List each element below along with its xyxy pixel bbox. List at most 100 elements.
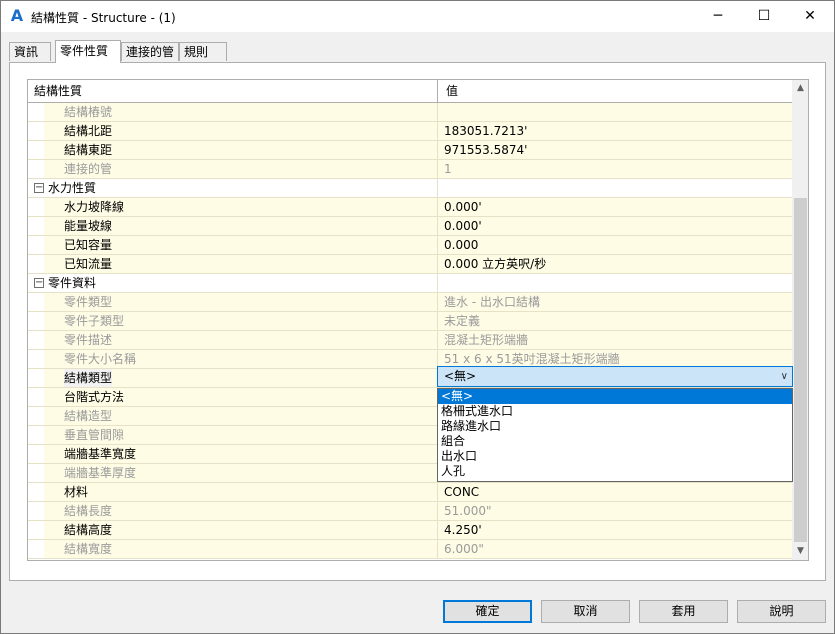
property-cell[interactable]: 零件描述 [28, 331, 438, 349]
property-cell[interactable]: 已知流量 [28, 255, 438, 273]
property-cell[interactable]: 端牆基準寬度 [28, 445, 438, 463]
property-row[interactable]: 零件類型 進水 - 出水口結構 [28, 293, 792, 312]
row-indent [28, 217, 44, 235]
property-row[interactable]: 連接的管 1 [28, 160, 792, 179]
property-row[interactable]: 結構寬度 6.000" [28, 540, 792, 559]
maximize-button[interactable]: ☐ [741, 1, 787, 32]
row-indent [28, 350, 44, 368]
dropdown-option[interactable]: 組合 [438, 434, 792, 449]
title-bar[interactable]: A 結構性質 - Structure - (1) ─ ☐ ✕ [1, 1, 834, 32]
close-button[interactable]: ✕ [787, 1, 833, 32]
tab-part-properties[interactable]: 零件性質 [55, 40, 121, 63]
property-label: 材料 [64, 485, 89, 499]
tab-connected-pipes[interactable]: 連接的管 [121, 42, 179, 61]
property-cell[interactable]: 垂直管間隙 [28, 426, 438, 444]
property-row[interactable]: 零件描述 混凝土矩形端牆 [28, 331, 792, 350]
row-indent [28, 483, 44, 501]
property-cell[interactable]: 零件大小名稱 [28, 350, 438, 368]
property-value: 971553.5874' [444, 143, 528, 157]
property-cell[interactable]: − 零件資料 [28, 274, 438, 292]
property-cell[interactable]: 結構造型 [28, 407, 438, 425]
grid-rows: 結構樁號結構北距 183051.7213' 結構東距 971553.5874' 連接的管… [28, 103, 792, 559]
property-cell[interactable]: 結構樁號 [28, 103, 438, 121]
property-cell[interactable]: 結構長度 [28, 502, 438, 520]
help-button[interactable]: 說明 [737, 600, 826, 623]
category-row[interactable]: − 零件資料 [28, 274, 792, 293]
property-label: 結構寬度 [64, 542, 113, 556]
property-row[interactable]: 已知流量 0.000 立方英呎/秒 [28, 255, 792, 274]
apply-button[interactable]: 套用 [639, 600, 728, 623]
collapse-toggle-icon[interactable]: − [34, 278, 44, 288]
property-label: 結構樁號 [64, 105, 113, 119]
property-cell[interactable]: 結構寬度 [28, 540, 438, 558]
tab-info[interactable]: 資訊 [9, 42, 51, 61]
ok-button[interactable]: 確定 [443, 600, 532, 623]
row-indent [28, 369, 44, 387]
property-cell[interactable]: 結構東距 [28, 141, 438, 159]
column-header-value[interactable]: 值 [438, 80, 792, 102]
dropdown-option[interactable]: <無> [438, 389, 792, 404]
structure-type-dropdown-list: <無> 格柵式進水口 路緣進水口 組合 出水口 人孔 [437, 388, 793, 482]
property-row[interactable]: 結構東距 971553.5874' [28, 141, 792, 160]
property-cell[interactable]: 零件子類型 [28, 312, 438, 330]
property-row[interactable]: 材料 CONC [28, 483, 792, 502]
cancel-button[interactable]: 取消 [541, 600, 630, 623]
minimize-button[interactable]: ─ [695, 1, 741, 32]
property-row[interactable]: 能量坡線 0.000' [28, 217, 792, 236]
property-label: 結構類型 [64, 369, 113, 387]
property-cell[interactable]: − 水力性質 [28, 179, 438, 197]
combobox-value: <無> [444, 369, 477, 383]
dropdown-option[interactable]: 出水口 [438, 449, 792, 464]
value-cell[interactable]: 0.000 [438, 236, 792, 254]
scroll-down-arrow-icon[interactable]: ▼ [792, 543, 808, 560]
row-indent [28, 293, 44, 311]
property-cell[interactable]: 材料 [28, 483, 438, 501]
value-cell[interactable]: 183051.7213' [438, 122, 792, 140]
property-row[interactable]: 已知容量 0.000 [28, 236, 792, 255]
property-cell[interactable]: 已知容量 [28, 236, 438, 254]
property-label: 零件子類型 [64, 314, 125, 328]
property-row[interactable]: 水力坡降線 0.000' [28, 198, 792, 217]
column-header-property[interactable]: 結構性質 [28, 80, 438, 102]
dropdown-option[interactable]: 格柵式進水口 [438, 404, 792, 419]
property-cell[interactable]: 連接的管 [28, 160, 438, 178]
dropdown-option[interactable]: 路緣進水口 [438, 419, 792, 434]
vertical-scrollbar[interactable]: ▲ ▼ [792, 80, 808, 560]
property-cell[interactable]: 結構北距 [28, 122, 438, 140]
property-row[interactable]: 結構高度 4.250' [28, 521, 792, 540]
property-row[interactable]: 零件子類型 未定義 [28, 312, 792, 331]
property-row[interactable]: 結構長度 51.000" [28, 502, 792, 521]
category-row[interactable]: − 水力性質 [28, 179, 792, 198]
tab-rules[interactable]: 規則 [179, 42, 227, 61]
property-label: 已知流量 [64, 257, 113, 271]
value-cell[interactable]: 4.250' [438, 521, 792, 539]
property-cell[interactable]: 水力坡降線 [28, 198, 438, 216]
property-row[interactable]: 結構北距 183051.7213' [28, 122, 792, 141]
value-cell[interactable]: CONC [438, 483, 792, 501]
property-value: 4.250' [444, 523, 482, 537]
property-row[interactable]: 結構樁號 [28, 103, 792, 122]
chevron-down-icon[interactable]: ∨ [781, 367, 788, 386]
structure-type-combobox[interactable]: <無> ∨ [437, 366, 793, 387]
property-cell[interactable]: 結構高度 [28, 521, 438, 539]
property-label: 垂直管間隙 [64, 428, 125, 442]
scroll-up-arrow-icon[interactable]: ▲ [792, 80, 808, 97]
value-cell[interactable]: 0.000' [438, 217, 792, 235]
property-label: 已知容量 [64, 238, 113, 252]
property-value: 0.000 立方英呎/秒 [444, 257, 547, 271]
value-cell[interactable]: 971553.5874' [438, 141, 792, 159]
property-cell[interactable]: 能量坡線 [28, 217, 438, 235]
value-cell [438, 274, 792, 292]
value-cell[interactable]: 0.000 立方英呎/秒 [438, 255, 792, 273]
property-cell[interactable]: 端牆基準厚度 [28, 464, 438, 482]
scrollbar-thumb[interactable] [794, 198, 807, 542]
collapse-toggle-icon[interactable]: − [34, 183, 44, 193]
property-cell[interactable]: 零件類型 [28, 293, 438, 311]
dropdown-option[interactable]: 人孔 [438, 464, 792, 479]
property-label: 結構長度 [64, 504, 113, 518]
property-cell[interactable]: 台階式方法 [28, 388, 438, 406]
value-cell[interactable]: 0.000' [438, 198, 792, 216]
property-value: 未定義 [444, 314, 481, 328]
property-cell[interactable]: 結構類型 [28, 369, 438, 387]
row-indent [28, 255, 44, 273]
